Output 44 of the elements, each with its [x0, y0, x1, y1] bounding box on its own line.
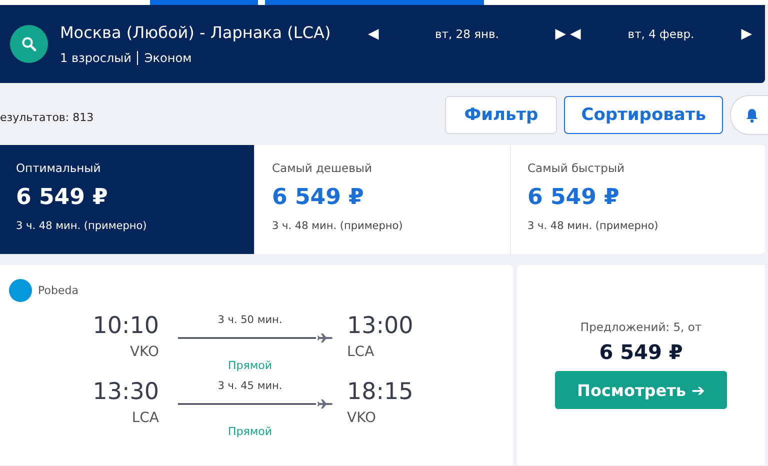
previous-date-button[interactable]: ◀: [570, 26, 581, 42]
sort-tab[interactable]: Оптимальный 6 549 ₽ 3 ч. 48 мин. (примерно): [0, 145, 255, 254]
tab-price: 6 549 ₽: [528, 185, 620, 210]
bell-icon: [744, 108, 758, 122]
offers-count: Предложений: 5, от: [580, 320, 702, 334]
filter-button[interactable]: Фильтр: [445, 96, 558, 134]
flight-duration: 3 ч. 45 мин.: [218, 380, 282, 392]
tab-duration: 3 ч. 48 мин. (примерно): [528, 220, 660, 232]
search-button[interactable]: [10, 25, 48, 63]
departure-airport: LCA: [130, 410, 159, 426]
arrival-airport: VKO: [347, 410, 378, 426]
flight-duration: 3 ч. 50 мин.: [218, 314, 282, 326]
arrival-airport: LCA: [347, 344, 376, 360]
date-label[interactable]: вт, 28 янв.: [435, 27, 499, 41]
passenger-count: 1 взрослый: [60, 51, 132, 65]
sort-button[interactable]: Сортировать: [564, 96, 723, 134]
route-title: Москва (Любой) - Ларнака (LCA): [60, 23, 332, 42]
search-icon: [21, 36, 37, 52]
notification-button[interactable]: [730, 95, 768, 135]
tab-duration: 3 ч. 48 мин. (примерно): [272, 220, 404, 232]
offer-price: 6 549 ₽: [599, 340, 683, 364]
tab-price: 6 549 ₽: [16, 185, 109, 210]
arrival-time: 18:15: [347, 378, 414, 407]
cabin-class: Эконом: [137, 51, 192, 65]
departure-time: 10:10: [92, 312, 159, 341]
next-date-button[interactable]: ▶: [555, 26, 566, 42]
date-label[interactable]: вт, 4 февр.: [628, 27, 694, 41]
tab-title: Самый дешевый: [272, 161, 373, 175]
arrival-time: 13:00: [347, 312, 414, 341]
stops-label: Прямой: [228, 425, 272, 438]
sort-tab[interactable]: Самый дешевый 6 549 ₽ 3 ч. 48 мин. (примерно): [255, 145, 510, 254]
results-count: езультатов: 813: [0, 110, 95, 124]
tab-price: 6 549 ₽: [272, 185, 365, 210]
departure-time: 13:30: [92, 378, 159, 407]
next-date-button[interactable]: ▶: [741, 26, 752, 42]
previous-date-button[interactable]: ◀: [368, 26, 379, 42]
airline-logo-icon: [9, 279, 32, 302]
stops-label: Прямой: [228, 359, 272, 372]
tab-title: Оптимальный: [16, 161, 102, 175]
departure-airport: VKO: [128, 344, 159, 360]
tab-title: Самый быстрый: [528, 161, 626, 175]
airline-name: Pobeda: [38, 284, 78, 297]
sort-tab[interactable]: Самый быстрый 6 549 ₽ 3 ч. 48 мин. (примерно): [510, 145, 765, 254]
tab-duration: 3 ч. 48 мин. (примерно): [16, 220, 148, 232]
